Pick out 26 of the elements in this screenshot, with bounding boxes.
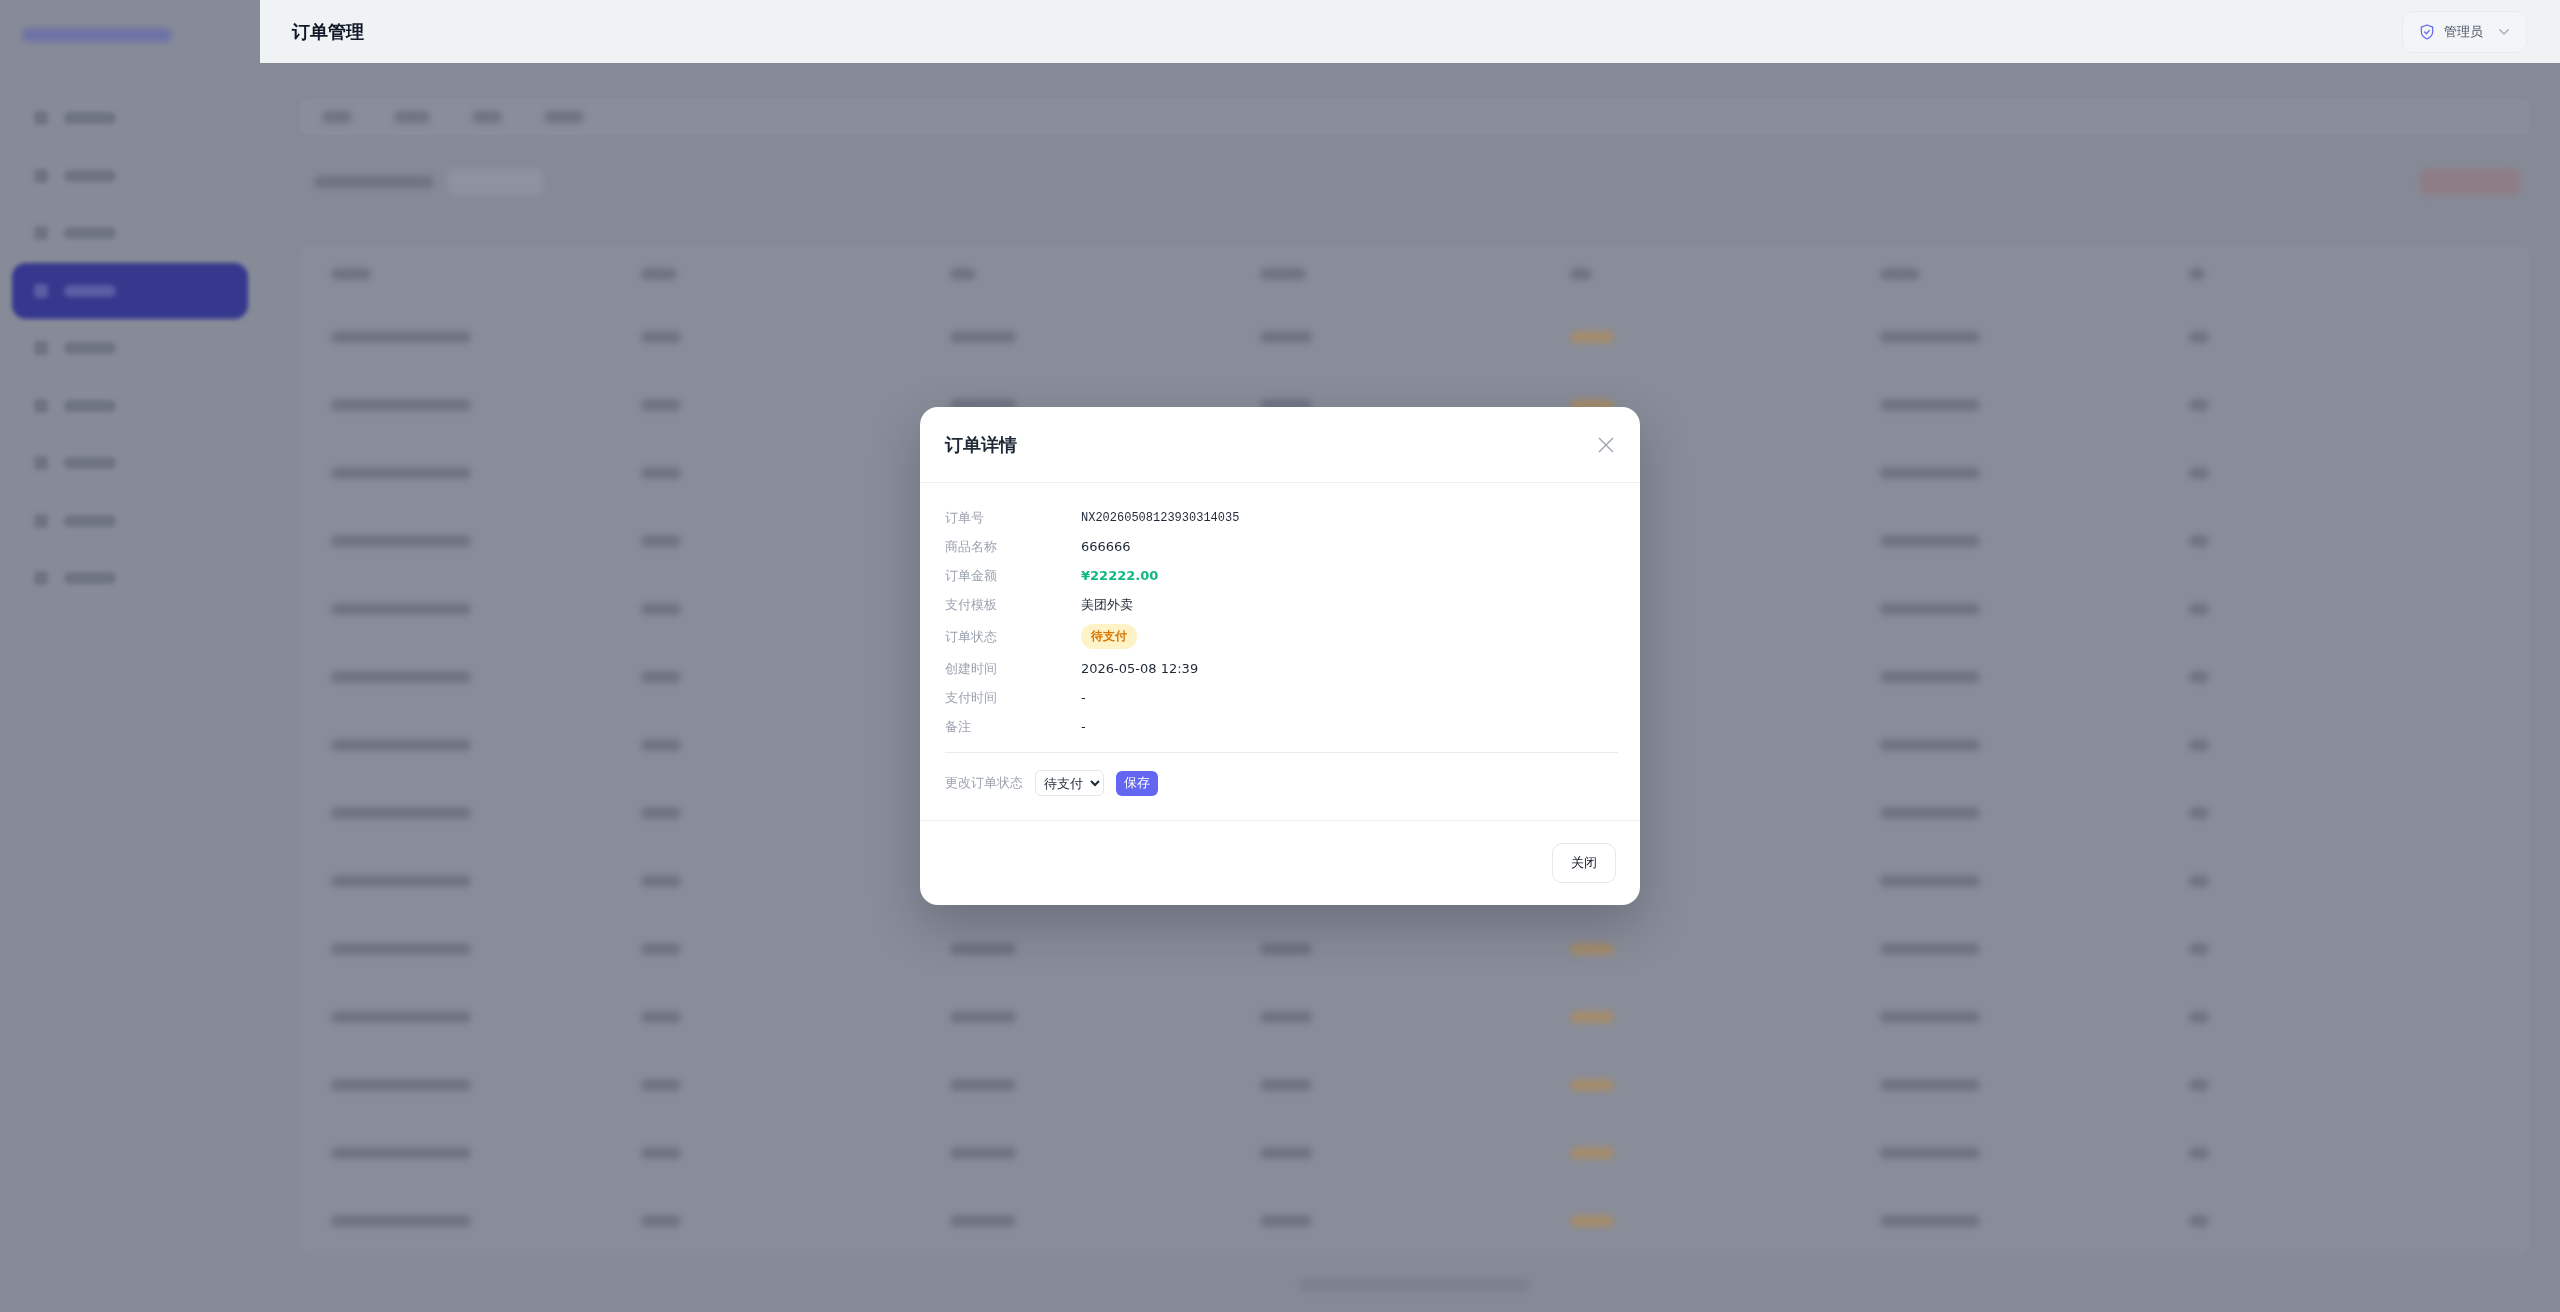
field-label: 订单状态	[945, 627, 998, 646]
user-menu-button[interactable]: 管理员	[2402, 10, 2527, 53]
field-value: 美团外卖	[1081, 595, 1133, 614]
page-title: 订单管理	[292, 19, 364, 44]
field-value: 2026-05-08 12:39	[1081, 661, 1199, 676]
field-label: 商品名称	[945, 537, 998, 556]
status-select[interactable]: 待支付	[1035, 770, 1104, 796]
field-value: 666666	[1081, 539, 1131, 554]
field-label: 支付模板	[945, 595, 998, 614]
field-label: 订单金额	[945, 566, 998, 585]
field-label: 支付时间	[945, 688, 998, 707]
dialog-title: 订单详情	[945, 432, 1017, 457]
shield-icon	[2420, 23, 2434, 40]
field-value: NX20260508123930314035	[1081, 510, 1240, 525]
field-label: 订单号	[945, 508, 985, 527]
status-change-label: 更改订单状态	[945, 774, 1023, 792]
field-value: -	[1081, 719, 1086, 734]
status-badge: 待支付	[1081, 624, 1137, 649]
close-dialog-button[interactable]: 关闭	[1552, 843, 1616, 883]
save-button[interactable]: 保存	[1116, 770, 1158, 796]
field-label: 备注	[945, 717, 972, 736]
field-label: 创建时间	[945, 659, 998, 678]
close-icon	[1598, 436, 1614, 453]
chevron-down-icon	[2499, 28, 2509, 35]
amount-value: ¥22222.00	[1081, 568, 1159, 583]
field-value: -	[1081, 690, 1086, 705]
